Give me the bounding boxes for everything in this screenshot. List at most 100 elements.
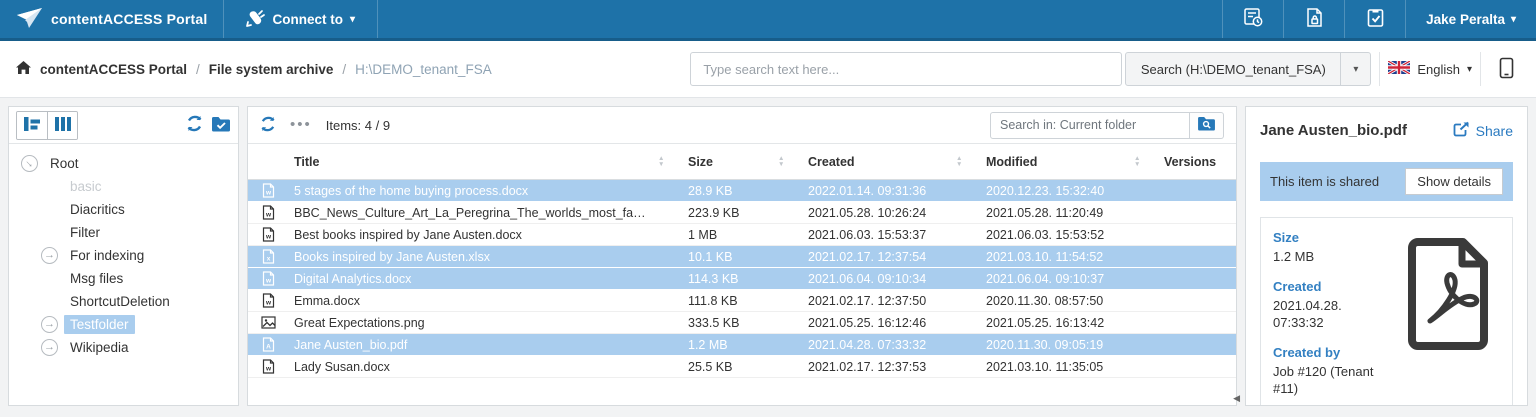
table-row[interactable]: wBest books inspired by Jane Austen.docx… [248,224,1236,246]
row-title: Digital Analytics.docx [294,272,658,286]
breadcrumb-archive[interactable]: File system archive [209,62,334,77]
breadcrumb: contentACCESS Portal / File system archi… [16,61,492,78]
language-label: English [1417,62,1460,77]
tree-item-testfolder[interactable]: →Testfolder [9,313,238,336]
tasks-button[interactable] [1345,0,1405,38]
grid-refresh-button[interactable] [260,116,276,135]
table-row[interactable]: w Digital Analytics.docx 114.3 KB 2021.06.0… [248,268,1236,290]
sort-icon-modified[interactable]: ▲▼ [1134,156,1164,167]
folder-search-button[interactable] [1190,112,1224,139]
table-row[interactable]: wEmma.docx111.8 KB2021.02.17. 12:37:5020… [248,290,1236,312]
chevron-down-icon: ▾ [350,15,355,25]
row-created: 2021.06.04. 09:10:34 [808,272,956,286]
tree-item-for-indexing[interactable]: → For indexing [9,244,238,267]
column-header-created[interactable]: Created [808,155,956,169]
search-input[interactable] [690,52,1122,86]
table-row[interactable]: wBBC_News_Culture_Art_La_Peregrina_The_w… [248,202,1236,224]
detail-value-size: 1.2 MB [1273,248,1388,266]
row-created: 2021.02.17. 12:37:54 [808,250,956,264]
expand-node-icon[interactable]: → [41,339,58,356]
row-created: 2021.06.03. 15:53:37 [808,228,956,242]
language-selector[interactable]: English ▾ [1388,61,1472,77]
row-size: 25.5 KB [688,360,778,374]
word-file-icon: w [248,205,294,220]
column-header-title[interactable]: Title [294,155,658,169]
connect-to-menu[interactable]: Connect to ▾ [224,0,377,38]
scheduled-tasks-button[interactable] [1223,0,1283,38]
row-modified: 2020.11.30. 09:05:19 [986,338,1134,352]
chevron-down-icon: ▾ [1511,15,1516,25]
refresh-icon [260,116,276,135]
grid-toolbar: ••• Items: 4 / 9 [248,107,1236,144]
expand-node-icon[interactable]: → [41,316,58,333]
breadcrumb-bar: contentACCESS Portal / File system archi… [0,41,1536,98]
item-details-panel: Jane Austen_bio.pdf Share This item is s… [1245,106,1528,406]
more-options-button[interactable]: ••• [290,122,312,128]
table-row[interactable]: w5 stages of the home buying process.doc… [248,180,1236,202]
scroll-left-arrow[interactable]: ◀ [1233,393,1240,404]
tree-item-label: Wikipedia [64,338,135,357]
svg-text:w: w [264,366,271,373]
search-button[interactable]: Search (H:\DEMO_tenant_FSA) [1125,52,1341,86]
breadcrumb-portal[interactable]: contentACCESS Portal [40,62,187,77]
tree-item-shortcutdeletion[interactable]: ShortcutDeletion [9,290,238,313]
collapse-node-icon[interactable]: → [17,151,41,175]
svg-text:w: w [264,278,271,285]
pdf-file-icon: A [248,337,294,352]
column-header-versions[interactable]: Versions [1164,155,1236,169]
search-scope-caret-button[interactable]: ▾ [1341,52,1371,86]
column-view-toggle-button[interactable] [47,112,77,139]
word-file-icon: w [248,359,294,374]
mobile-phone-icon [1499,57,1514,82]
column-header-modified[interactable]: Modified [986,155,1134,169]
tree-item-filter[interactable]: Filter [9,221,238,244]
tree-item-msg-files[interactable]: Msg files [9,267,238,290]
sort-icon-size[interactable]: ▲▼ [778,156,808,167]
sort-icon-title[interactable]: ▲▼ [658,156,688,167]
tree-item-root[interactable]: →Root [9,152,238,175]
table-row[interactable]: AJane Austen_bio.pdf1.2 MB2021.04.28. 07… [248,334,1236,356]
folder-search-icon [1197,116,1216,134]
chevron-down-icon: ▾ [1467,65,1472,75]
row-size: 114.3 KB [688,272,778,286]
pdf-file-icon [1400,238,1496,406]
expand-node-icon[interactable]: → [41,247,58,264]
mobile-view-button[interactable] [1499,57,1514,82]
table-row[interactable]: xBooks inspired by Jane Austen.xlsx10.1 … [248,246,1236,268]
row-modified: 2020.11.30. 08:57:50 [986,294,1134,308]
tree-item-diacritics[interactable]: Diacritics [9,198,238,221]
word-file-icon: w [248,227,294,242]
row-modified: 2021.03.10. 11:54:52 [986,250,1134,264]
row-title: Emma.docx [294,294,658,308]
share-label: Share [1476,123,1513,139]
app-logo[interactable]: contentACCESS Portal [0,0,223,38]
tree-item-label: Msg files [64,269,129,288]
legal-hold-button[interactable] [1284,0,1344,38]
column-header-size[interactable]: Size [688,155,778,169]
row-size: 111.8 KB [688,294,778,308]
search-in-folder-input[interactable] [990,112,1190,139]
tree-item-wikipedia[interactable]: → Wikipedia [9,336,238,359]
tree-refresh-button[interactable] [186,115,203,135]
detail-label-created-by: Created by [1273,345,1388,360]
tree-item-label: For indexing [64,246,150,265]
table-row[interactable]: Great Expectations.png333.5 KB2021.05.25… [248,312,1236,334]
image-file-icon [248,316,294,329]
row-title: Lady Susan.docx [294,360,658,374]
user-menu[interactable]: Jake Peralta ▾ [1406,0,1536,38]
row-size: 333.5 KB [688,316,778,330]
tree-toolbar [9,107,238,144]
paper-plane-logo-icon [16,7,43,32]
tree-item-label: basic [64,177,108,196]
svg-text:w: w [264,300,271,307]
home-icon[interactable] [16,61,31,78]
table-row[interactable]: wLady Susan.docx25.5 KB2021.02.17. 12:37… [248,356,1236,378]
tree-item-basic[interactable]: basic [9,175,238,198]
show-details-button[interactable]: Show details [1405,168,1503,195]
row-modified: 2021.06.04. 09:10:37 [986,272,1134,286]
list-view-toggle-button[interactable] [17,112,47,139]
list-view-icon [24,117,40,134]
select-folder-button[interactable] [211,116,231,135]
sort-icon-created[interactable]: ▲▼ [956,156,986,167]
share-button[interactable]: Share [1453,121,1513,140]
